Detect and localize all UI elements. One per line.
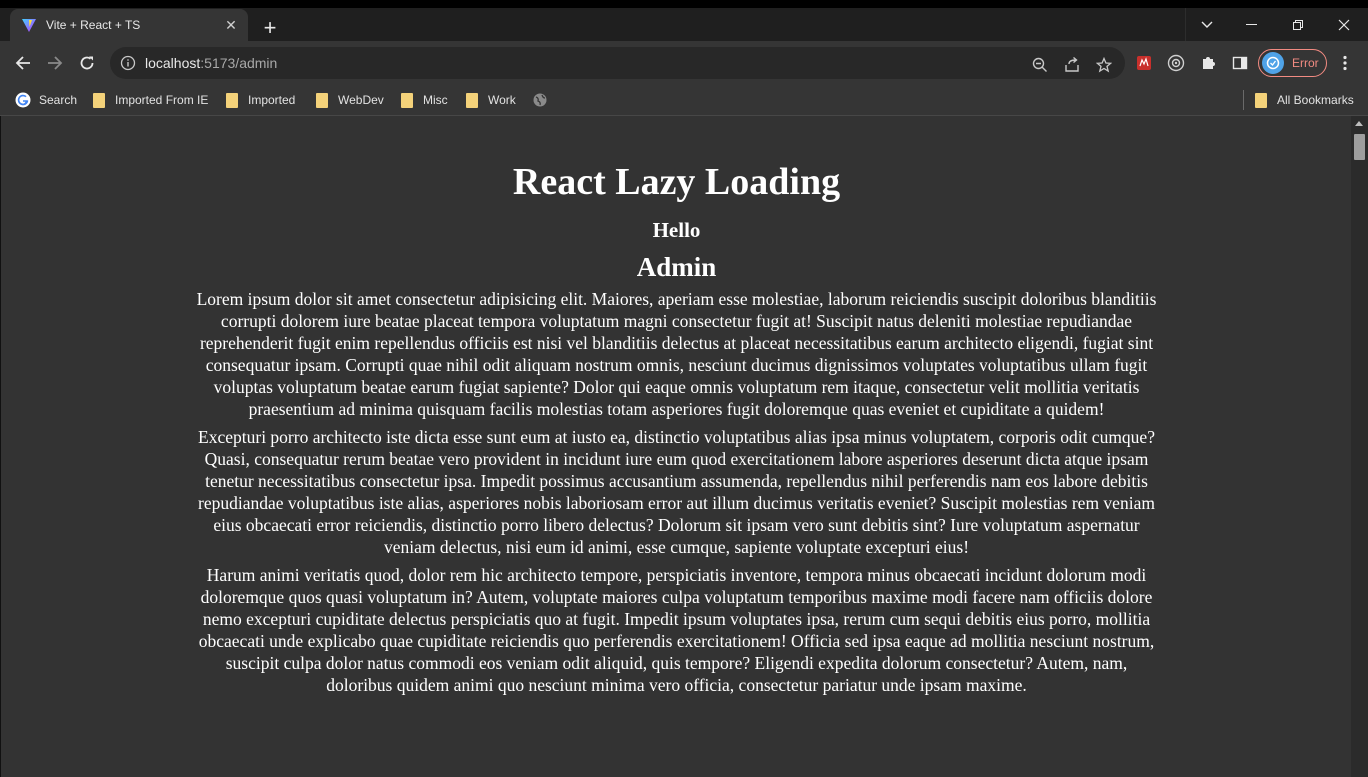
minimize-icon[interactable] — [1229, 8, 1275, 41]
bookmark-folder-work[interactable]: Work — [464, 89, 516, 111]
paragraph: Lorem ipsum dolor sit amet consectetur a… — [196, 289, 1157, 419]
folder-icon — [224, 92, 240, 108]
folder-icon — [464, 92, 480, 108]
star-icon[interactable] — [1092, 53, 1116, 77]
back-arrow-icon[interactable] — [11, 51, 35, 75]
profile-button[interactable]: Error — [1258, 49, 1327, 77]
greeting-heading: Hello — [652, 218, 701, 242]
scroll-up-icon[interactable] — [1355, 121, 1363, 126]
paragraph: Harum animi veritatis quod, dolor rem hi… — [198, 565, 1155, 695]
folder-icon — [1253, 92, 1269, 108]
url-host: localhost — [145, 55, 201, 71]
address-bar[interactable]: localhost:5173/admin — [110, 47, 1125, 79]
bookmark-label: Imported From IE — [115, 93, 209, 107]
tab-title: Vite + React + TS — [46, 18, 141, 32]
kebab-menu-icon[interactable] — [1335, 51, 1355, 75]
extension-circle-icon[interactable] — [1164, 51, 1188, 75]
page-viewport: React Lazy Loading Hello Admin Lorem ips… — [0, 116, 1368, 777]
share-icon[interactable] — [1060, 53, 1084, 77]
profile-status-label: Error — [1292, 56, 1319, 70]
section-heading: Admin — [636, 252, 717, 282]
folder-icon — [399, 92, 415, 108]
avatar — [1262, 52, 1284, 74]
paragraph: Excepturi porro architecto iste dicta es… — [198, 427, 1155, 557]
info-icon[interactable] — [120, 55, 136, 71]
browser-toolbar: localhost:5173/admin Error — [0, 41, 1368, 85]
all-bookmarks-button[interactable]: All Bookmarks — [1253, 89, 1354, 111]
bookmarks-divider — [1243, 90, 1244, 110]
bookmark-label: Misc — [423, 93, 448, 107]
bookmark-label: Work — [488, 93, 516, 107]
bookmark-folder-imported-from-ie[interactable]: Imported From IE — [91, 89, 208, 111]
url-text: localhost:5173/admin — [145, 55, 277, 71]
bookmark-folder-imported[interactable]: Imported — [224, 89, 295, 111]
bookmark-label: Search — [39, 93, 78, 107]
bookmark-globe[interactable] — [532, 89, 556, 111]
restore-icon[interactable] — [1275, 8, 1321, 41]
bookmark-folder-misc[interactable]: Misc — [399, 89, 448, 111]
zoom-out-icon[interactable] — [1028, 53, 1052, 77]
vite-icon — [21, 17, 37, 33]
bookmark-label: Imported — [248, 93, 296, 107]
bookmark-search[interactable]: Search — [15, 89, 77, 111]
all-bookmarks-label: All Bookmarks — [1277, 93, 1354, 107]
plus-icon[interactable]: + — [258, 17, 282, 41]
bookmark-folder-webdev[interactable]: WebDev — [314, 89, 384, 111]
reload-icon[interactable] — [75, 51, 99, 75]
page-title: React Lazy Loading — [512, 161, 841, 203]
folder-icon — [91, 92, 107, 108]
puzzle-icon[interactable] — [1196, 51, 1220, 75]
browser-tab[interactable]: Vite + React + TS ✕ — [10, 9, 248, 41]
close-icon[interactable]: ✕ — [223, 17, 239, 33]
extension-red-icon[interactable] — [1132, 51, 1156, 75]
google-icon — [15, 92, 31, 108]
chevron-down-icon[interactable] — [1185, 8, 1227, 41]
folder-icon — [314, 92, 330, 108]
scrollbar-thumb[interactable] — [1354, 134, 1365, 160]
tab-strip: Vite + React + TS ✕ + — [0, 0, 1368, 41]
globe-icon — [532, 92, 548, 108]
vertical-scrollbar[interactable] — [1351, 116, 1368, 777]
bookmark-label: WebDev — [338, 93, 384, 107]
page-content: React Lazy Loading Hello Admin Lorem ips… — [1, 116, 1352, 696]
side-panel-icon[interactable] — [1228, 51, 1252, 75]
bookmarks-bar: Search Imported From IE Imported WebDev … — [0, 85, 1368, 116]
forward-arrow-icon[interactable] — [43, 51, 67, 75]
close-window-icon[interactable] — [1321, 8, 1367, 41]
url-path: :5173/admin — [200, 55, 278, 71]
